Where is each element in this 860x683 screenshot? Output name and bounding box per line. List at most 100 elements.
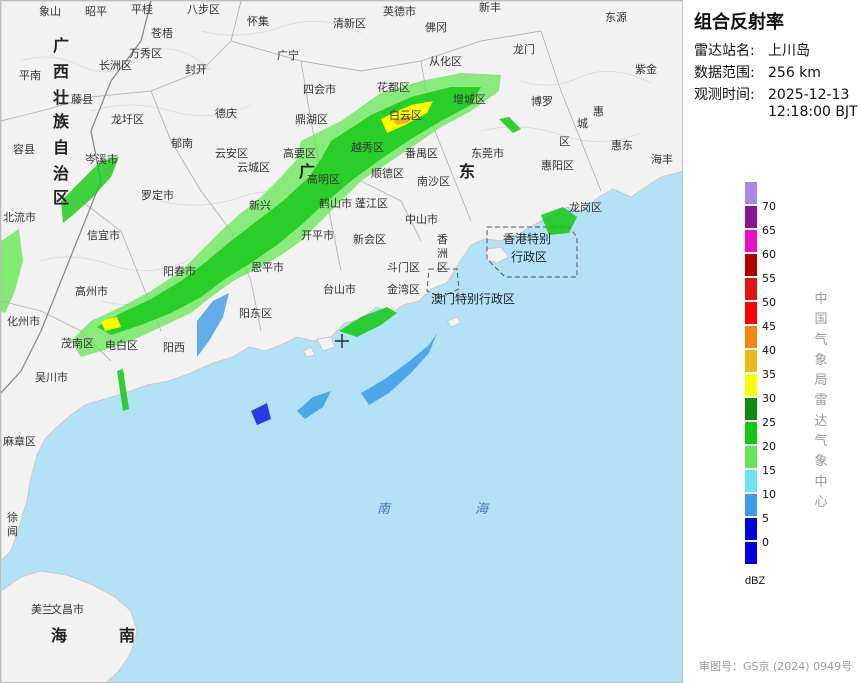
echo-sea-band-2 (361, 333, 437, 405)
place-label: 区 (437, 261, 448, 274)
legend-tick-label: 30 (762, 392, 776, 405)
special-region-label: 澳门特别行政区 (431, 291, 515, 306)
legend-tick-label: 15 (762, 464, 776, 477)
time-date: 2025-12-13 (768, 87, 850, 103)
legend-swatch (745, 398, 757, 420)
place-label: 蓬江区 (355, 197, 388, 210)
legend-tick-label: 55 (762, 272, 776, 285)
map-canvas: 象山 昭平 平桂 八步区怀集 清新区 英德市 新丰东源苍梧 佛冈广宁 万秀区长洲区 封开 龙门紫金平… (1, 1, 682, 682)
legend-swatch (745, 470, 757, 492)
place-label: 增城区 (453, 92, 486, 106)
info-panel: 组合反射率 雷达站名: 上川岛 数据范围: 256 km 观测时间: 2025-12-… (683, 0, 860, 683)
radar-site-marker (335, 334, 349, 348)
place-label: 新会区 (353, 232, 386, 246)
place-label: 惠 (593, 104, 604, 118)
place-label: 东源 (605, 10, 627, 24)
island-c (446, 316, 462, 328)
echo-sea-scatter-1 (297, 391, 331, 419)
region-label: 壮 (53, 88, 69, 107)
region-label: 广 (299, 162, 315, 181)
place-label: 海丰 (651, 152, 673, 166)
radar-map[interactable]: 象山 昭平 平桂 八步区 怀集 清新区 英德市 新丰 东源 苍梧 佛冈 广宁 万秀区 长洲区 封开 龙门 紫金平… (0, 0, 683, 683)
place-label: 台山市 (323, 282, 356, 296)
place-label: 苍梧 (151, 26, 173, 40)
legend-swatch (745, 374, 757, 396)
place-label: 中山市 (405, 212, 438, 226)
echo-sea-scatter-2 (251, 403, 271, 425)
place-label: 麻章区 (3, 434, 36, 448)
place-label: 美兰 (31, 603, 53, 616)
place-label: 徐 (7, 510, 18, 524)
place-label: 越秀区 (351, 140, 384, 154)
range-label: 数据范围: (694, 65, 755, 81)
place-label: 金湾区 (387, 282, 420, 296)
place-label: 广宁 (277, 48, 299, 62)
station-value: 上川岛 (768, 43, 810, 59)
legend-tick-label: 60 (762, 248, 776, 261)
legend-tick-label: 45 (762, 320, 776, 333)
legend-tick-label: 65 (762, 224, 776, 237)
place-label: 怀集 (247, 14, 269, 28)
place-label: 文昌市 (51, 602, 84, 616)
place-label: 封开 (185, 62, 207, 76)
place-label: 斗门区 (387, 260, 420, 274)
legend-swatch (745, 302, 757, 324)
legend-swatch (745, 182, 757, 204)
place-label: 开平市 (301, 228, 334, 242)
place-label: 长洲区 (99, 59, 132, 72)
place-label: 阳西 (163, 341, 185, 354)
legend-unit: dBZ (745, 575, 766, 587)
place-label: 云城区 (237, 161, 270, 174)
legend-color-bar (745, 180, 757, 564)
region-label: 自 (53, 138, 69, 157)
region-label: 区 (53, 188, 69, 207)
place-label: 昭平 (85, 5, 107, 18)
region-label: 族 (53, 112, 70, 131)
place-label: 番禺区 (405, 147, 438, 160)
place-label: 新兴 (249, 198, 271, 212)
place-label: 南沙区 (417, 175, 450, 188)
place-label: 象山 (39, 5, 61, 18)
island-hk (484, 246, 510, 264)
region-label: 广 (53, 36, 69, 55)
sea-label: 海 (475, 502, 490, 517)
place-label: 岑溪市 (85, 152, 118, 166)
place-label: 区 (559, 135, 570, 148)
region-label: 西 (53, 62, 69, 81)
place-label: 清新区 (333, 16, 366, 30)
legend-swatch (745, 326, 757, 348)
region-label: 治 (53, 164, 69, 183)
place-label: 高州市 (75, 284, 108, 298)
place-label: 云安区 (215, 146, 248, 160)
mainland-land (1, 1, 682, 562)
legend-tick-label: 50 (762, 296, 776, 309)
place-label: 吴川市 (35, 370, 68, 384)
place-label: 东莞市 (471, 146, 504, 160)
region-label: 南 (119, 626, 135, 645)
place-label: 龙门 (513, 42, 535, 56)
special-region-label: 行政区 (511, 250, 547, 264)
legend-swatch (745, 422, 757, 444)
legend-tick-label: 70 (762, 200, 776, 213)
place-label: 藤县 (71, 93, 93, 106)
map-approval-number: 审图号：GS京 (2024) 0949号 (699, 660, 853, 673)
place-label: 平桂 (131, 2, 153, 16)
place-label: 平南 (19, 69, 41, 82)
hainan-land (1, 570, 138, 682)
legend-tick-label: 35 (762, 368, 776, 381)
legend-swatch (745, 350, 757, 372)
time-clock: 12:18:00 BJT (768, 104, 858, 120)
legend-swatch (745, 518, 757, 540)
place-label: 万秀区 (129, 47, 162, 60)
legend-tick-label: 25 (762, 416, 776, 429)
region-label: 东 (459, 162, 475, 181)
range-row: 数据范围: 256 km (694, 62, 821, 82)
place-label: 香 (437, 233, 448, 246)
place-label: 顺德区 (371, 166, 404, 180)
legend-swatch (745, 254, 757, 276)
island-a (316, 336, 336, 352)
place-label: 茂南区 (61, 336, 94, 350)
legend-tick-label: 5 (762, 512, 769, 525)
legend-tick-label: 10 (762, 488, 776, 501)
legend-swatch (745, 206, 757, 228)
